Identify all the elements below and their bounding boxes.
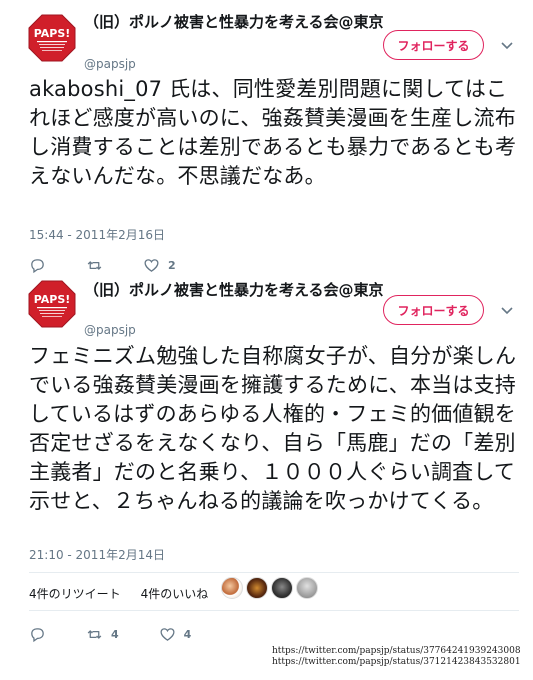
retweet-button[interactable] — [86, 257, 103, 274]
reply-icon — [29, 257, 46, 274]
display-name[interactable]: （旧）ポルノ被害と性暴力を考える会@東京 — [84, 12, 384, 32]
like-icon — [143, 257, 160, 274]
handle[interactable]: @papsjp — [84, 322, 136, 338]
chevron-down-icon[interactable] — [500, 38, 514, 52]
action-bar: 4 4 — [29, 624, 231, 644]
tweet-text: akaboshi_07 氏は、同性愛差別問題に関してはこれほど感度が高いのに、強… — [29, 77, 517, 188]
reply-icon — [29, 626, 46, 643]
source-url[interactable]: https://twitter.com/papsjp/status/377642… — [272, 646, 521, 657]
reply-button[interactable] — [29, 257, 46, 274]
timestamp[interactable]: 21:10 - 2011年2月14日 — [29, 546, 165, 563]
like-icon — [159, 626, 176, 643]
reply-button[interactable] — [29, 626, 46, 643]
retweet-icon — [86, 626, 103, 643]
like-count: 4 — [183, 627, 192, 641]
divider — [29, 572, 519, 573]
avatar-text: PAPS! — [34, 27, 71, 40]
action-bar: 2 — [29, 255, 216, 275]
paps-logo-icon: PAPS! — [28, 14, 76, 62]
display-name[interactable]: （旧）ポルノ被害と性暴力を考える会@東京 — [84, 280, 384, 300]
liker-avatar[interactable] — [271, 577, 293, 599]
avatar-text: PAPS! — [34, 293, 71, 306]
avatar[interactable]: PAPS! — [28, 14, 76, 62]
source-url[interactable]: https://twitter.com/papsjp/status/371214… — [272, 657, 521, 668]
liker-avatar[interactable] — [296, 577, 318, 599]
divider — [29, 610, 519, 611]
tweet-text: フェミニズム勉強した自称腐女子が、自分が楽しんでいる強姦賛美漫画を擁護するために… — [29, 344, 517, 513]
liker-avatars — [221, 577, 321, 599]
tweet-2: PAPS! （旧）ポルノ被害と性暴力を考える会@東京 @papsjp フォローす… — [0, 280, 533, 680]
liker-avatar[interactable] — [221, 577, 243, 599]
tweet-1: PAPS! （旧）ポルノ被害と性暴力を考える会@東京 @papsjp フォローす… — [0, 0, 533, 290]
handle[interactable]: @papsjp — [84, 56, 136, 72]
avatar[interactable]: PAPS! — [28, 280, 76, 328]
chevron-down-icon[interactable] — [500, 303, 514, 317]
liker-avatar[interactable] — [246, 577, 268, 599]
like-count: 2 — [168, 258, 176, 272]
paps-logo-icon: PAPS! — [28, 280, 76, 328]
timestamp[interactable]: 15:44 - 2011年2月16日 — [29, 226, 165, 243]
retweets-link[interactable]: 4件のリツイート — [29, 585, 121, 602]
source-urls: https://twitter.com/papsjp/status/377642… — [272, 646, 521, 668]
retweet-button[interactable]: 4 — [86, 626, 119, 643]
like-button[interactable]: 2 — [143, 257, 176, 274]
like-button[interactable]: 4 — [159, 626, 192, 643]
tweet-stats: 4件のリツイート 4件のいいね — [29, 580, 228, 606]
retweet-count: 4 — [111, 627, 119, 641]
follow-button[interactable]: フォローする — [383, 295, 484, 325]
retweet-icon — [86, 257, 103, 274]
follow-button[interactable]: フォローする — [383, 30, 484, 60]
likes-link[interactable]: 4件のいいね — [141, 585, 209, 602]
